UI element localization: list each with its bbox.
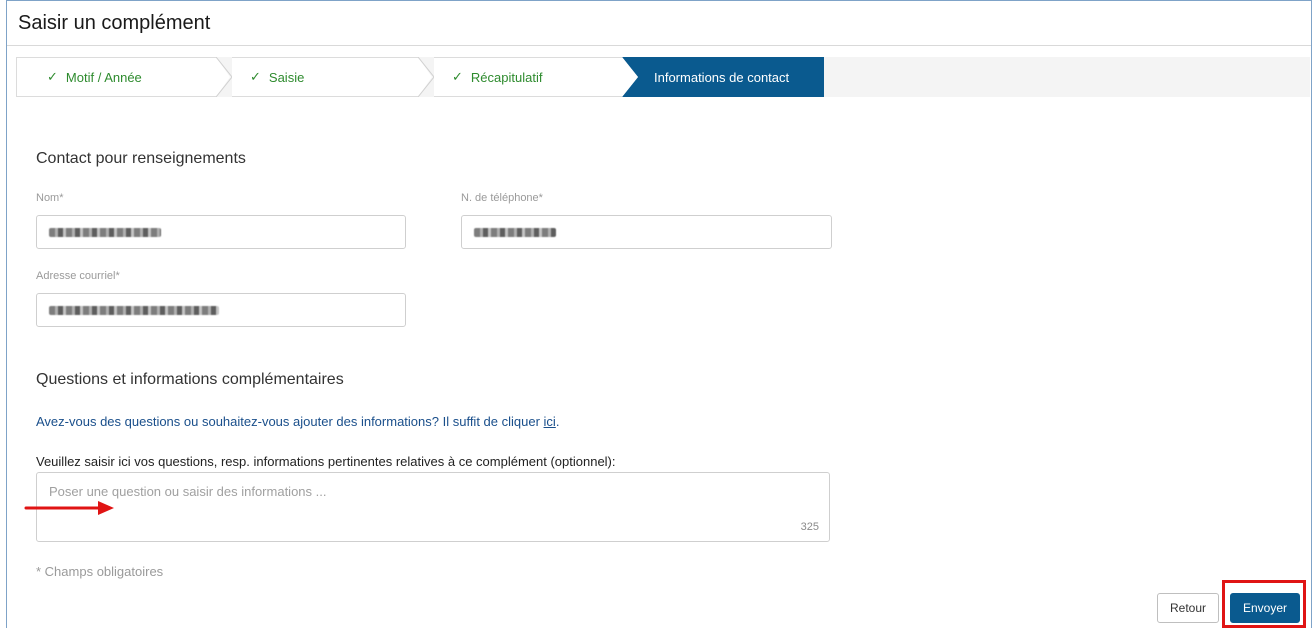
contact-section-title: Contact pour renseignements — [36, 150, 246, 167]
questions-section-title: Questions et informations complémentaire… — [36, 371, 344, 388]
email-field[interactable] — [36, 293, 406, 327]
phone-field[interactable] — [461, 215, 832, 249]
phone-label: N. de téléphone* — [461, 192, 543, 204]
redacted-value — [474, 228, 556, 237]
title-divider — [7, 45, 1311, 46]
char-counter: 325 — [800, 521, 819, 533]
send-button-highlight — [1222, 580, 1306, 628]
redacted-value — [49, 228, 161, 237]
step-progress: ✓ Motif / Année ✓ Saisie ✓ Récapitulatif… — [16, 57, 1310, 97]
arrow-right-icon — [24, 501, 114, 515]
step-saisie[interactable]: ✓ Saisie — [232, 57, 418, 97]
check-icon: ✓ — [452, 69, 463, 84]
email-label: Adresse courriel* — [36, 270, 120, 282]
redacted-value — [49, 306, 219, 315]
page-title: Saisir un complément — [18, 12, 211, 34]
step-label: Informations de contact — [654, 69, 790, 85]
questions-textarea[interactable]: Poser une question ou saisir des informa… — [36, 472, 830, 542]
info-link[interactable]: ici — [544, 414, 556, 429]
check-icon: ✓ — [250, 69, 261, 84]
back-button[interactable]: Retour — [1157, 593, 1219, 623]
step-label: Récapitulatif — [470, 69, 543, 85]
step-motif-annee[interactable]: ✓ Motif / Année — [16, 57, 216, 97]
info-text-body: Avez-vous des questions ou souhaitez-vou… — [36, 414, 544, 429]
name-label: Nom* — [36, 192, 64, 204]
textarea-placeholder: Poser une question ou saisir des informa… — [49, 484, 327, 499]
step-informations-contact[interactable]: Informations de contact — [638, 57, 824, 97]
questions-field-label: Veuillez saisir ici vos questions, resp.… — [36, 454, 616, 469]
name-field[interactable] — [36, 215, 406, 249]
step-recapitulatif[interactable]: ✓ Récapitulatif — [434, 57, 624, 97]
info-text-end: . — [555, 414, 560, 429]
step-label: Saisie — [268, 69, 305, 85]
info-text: Avez-vous des questions ou souhaitez-vou… — [36, 414, 559, 429]
check-icon: ✓ — [47, 69, 58, 84]
step-label: Motif / Année — [65, 69, 142, 85]
required-fields-note: * Champs obligatoires — [36, 564, 164, 579]
